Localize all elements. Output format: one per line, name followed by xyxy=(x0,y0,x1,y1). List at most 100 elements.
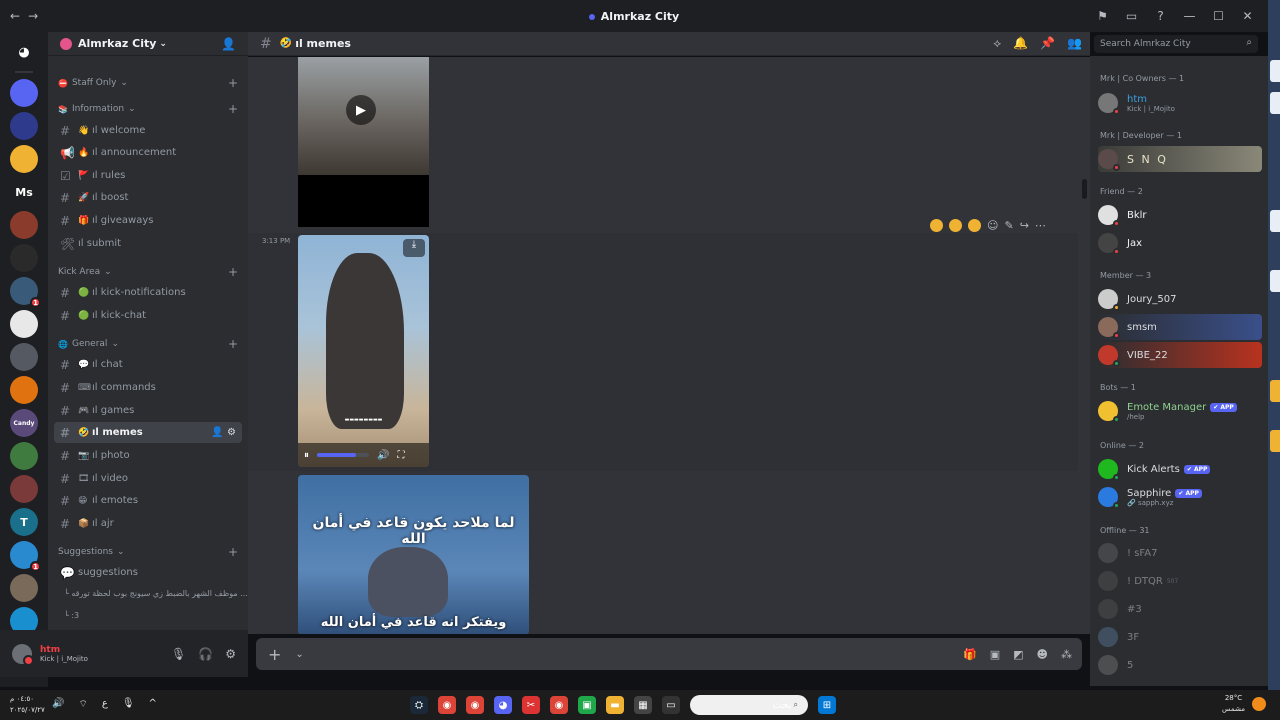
volume-icon[interactable]: 🔊 xyxy=(377,450,389,461)
fullscreen-icon[interactable]: ⛶ xyxy=(397,450,404,461)
member-vibe-22[interactable]: VIBE_22 xyxy=(1098,342,1262,368)
video-attachment-2[interactable]: ▬▬▬▬▬▬▬▬ ⤓ ⏸ 🔊 ⛶ xyxy=(298,235,429,467)
thread-item[interactable]: └ موظف الشهر بالضبط زي سيونج بوب لحظة تو… xyxy=(64,589,248,598)
threads-icon[interactable]: ⟡ xyxy=(993,36,1001,51)
channel-emotes[interactable]: # 😁 ıl emotes xyxy=(54,490,242,511)
play-icon[interactable]: ▶ xyxy=(346,95,376,125)
member-joury-507[interactable]: Joury_507 xyxy=(1098,286,1262,312)
member-bklr[interactable]: Bklr xyxy=(1098,202,1262,228)
server-header[interactable]: Almrkaz City ⌄ 👤 xyxy=(48,32,248,56)
video-progress-bar[interactable] xyxy=(317,453,369,457)
screen-icon[interactable]: ▭ xyxy=(1117,9,1146,23)
server-icon-1[interactable] xyxy=(10,112,38,140)
headphones-icon[interactable]: 🎧 xyxy=(198,647,213,661)
volume-tray-icon[interactable]: 🔊 xyxy=(52,698,64,711)
language-indicator[interactable]: ع xyxy=(102,698,108,711)
forward-icon[interactable]: ↪ xyxy=(1020,219,1029,232)
chrome-icon[interactable]: ◉ xyxy=(438,696,456,714)
category-suggestions[interactable]: Suggestions ⌄ + xyxy=(58,545,238,559)
edit-icon[interactable]: ✎ xyxy=(1004,219,1013,232)
video-attachment-1[interactable]: ▶ xyxy=(298,57,429,227)
channel-announcement[interactable]: 📢 🔥 ıl announcement xyxy=(54,142,242,163)
member-sapphire[interactable]: Sapphire ✔ APP 🔗 sapph.xyz xyxy=(1098,484,1262,510)
channel-welcome[interactable]: # 👋 ıl welcome xyxy=(54,120,242,141)
channel-suggestions[interactable]: 💬 suggestions xyxy=(54,562,242,583)
server-icon-3[interactable]: Ms xyxy=(10,178,38,206)
search-input[interactable]: Search Almrkaz City ⌕ xyxy=(1094,35,1258,53)
image-attachment-meme[interactable]: لما ملاحد يكون قاعد في أمان الله ويفتكر … xyxy=(298,475,529,634)
steam-icon[interactable]: ⛭ xyxy=(410,696,428,714)
pin-icon[interactable]: 📌 xyxy=(1040,36,1055,51)
gift-icon[interactable]: 🎁 xyxy=(963,648,977,661)
windows-start-icon[interactable]: ⊞ xyxy=(818,696,836,714)
channel-rules[interactable]: ☑ 🚩 ıl rules xyxy=(54,165,242,186)
create-channel-icon[interactable]: + xyxy=(228,337,238,351)
member-3f[interactable]: 3F xyxy=(1098,624,1262,650)
store-icon[interactable]: ▦ xyxy=(634,696,652,714)
reaction-emoji-2[interactable] xyxy=(949,219,962,232)
microphone-icon[interactable]: 🎙 xyxy=(171,647,186,661)
member--dtqr[interactable]: ! DTQR 507 xyxy=(1098,568,1262,594)
clock[interactable]: ٠٤:٥٠ م ٢٠٢٥/٠٧/٢٧ xyxy=(10,694,45,716)
message-composer[interactable]: + ⌄ 🎁 ▣ ◩ ☻ ⁂ xyxy=(256,638,1082,670)
taskbar-search[interactable]: بحث ⌕ xyxy=(690,695,808,715)
add-attachment-icon[interactable]: + xyxy=(268,645,281,664)
apps-icon[interactable]: ⁂ xyxy=(1061,648,1072,661)
thread-item[interactable]: └ :3 xyxy=(64,611,79,620)
capcut-icon[interactable]: ✂ xyxy=(522,696,540,714)
channel-photo[interactable]: # 📷 ıl photo xyxy=(54,445,242,466)
server-icon-4[interactable] xyxy=(10,211,38,239)
server-icon-14[interactable]: 1 xyxy=(10,541,41,572)
member-s-n-q[interactable]: S N Q xyxy=(1098,146,1262,172)
channel-kick-chat[interactable]: # 🟢 ıl kick-chat xyxy=(54,305,242,326)
settings-gear-icon[interactable]: ⚙ xyxy=(225,647,236,661)
create-channel-icon[interactable]: + xyxy=(228,265,238,279)
server-icon-5[interactable] xyxy=(10,244,38,272)
member-jax[interactable]: Jax xyxy=(1098,230,1262,256)
server-icon-9[interactable] xyxy=(10,376,38,404)
member-kick-alerts[interactable]: Kick Alerts ✔ APP xyxy=(1098,456,1262,482)
sticker-icon[interactable]: ◩ xyxy=(1013,648,1023,661)
channel-commands[interactable]: # ⌨ ıl commands xyxy=(54,377,242,398)
channel-chat[interactable]: # 💬 ıl chat xyxy=(54,354,242,375)
reaction-emoji-1[interactable] xyxy=(930,219,943,232)
download-icon[interactable]: ⤓ xyxy=(403,239,425,257)
server-icon-10[interactable]: Candy xyxy=(10,409,38,437)
member-emote-manager[interactable]: Emote Manager ✔ APP/help xyxy=(1098,398,1262,424)
channel-submit[interactable]: 🛠 ıl submit xyxy=(54,233,242,254)
create-channel-icon[interactable]: + xyxy=(228,102,238,116)
channel-settings-icon[interactable]: 👤 ⚙ xyxy=(211,427,236,438)
server-icon-6[interactable]: 1 xyxy=(10,277,41,308)
member-5[interactable]: 5 xyxy=(1098,652,1262,678)
emoji-icon[interactable]: ☻ xyxy=(1037,648,1048,661)
server-icon-13[interactable]: T xyxy=(10,508,38,536)
server-icon-11[interactable] xyxy=(10,442,38,470)
scrollbar-thumb[interactable] xyxy=(1082,179,1087,199)
channel-memes[interactable]: # 🤣 ıl memes 👤 ⚙ xyxy=(54,422,242,443)
server-icon-2[interactable] xyxy=(10,145,38,173)
discord-home-icon[interactable]: ◕ xyxy=(10,38,38,66)
server-icon-7[interactable] xyxy=(10,310,38,338)
member--3[interactable]: #3 xyxy=(1098,596,1262,622)
channel-giveaways[interactable]: # 🎁 ıl giveaways xyxy=(54,210,242,231)
help-icon[interactable]: ? xyxy=(1146,9,1175,23)
server-icon-12[interactable] xyxy=(10,475,38,503)
forward-icon[interactable]: → xyxy=(28,9,38,23)
chrome-icon-3[interactable]: ◉ xyxy=(550,696,568,714)
category-kick-area[interactable]: Kick Area ⌄ + xyxy=(58,265,238,279)
reaction-emoji-3[interactable] xyxy=(968,219,981,232)
create-channel-icon[interactable]: + xyxy=(228,545,238,559)
user-avatar[interactable] xyxy=(12,643,34,666)
discord-taskbar-icon[interactable]: ◕ xyxy=(494,696,512,714)
create-channel-icon[interactable]: + xyxy=(228,76,238,90)
channel-games[interactable]: # 🎮 ıl games xyxy=(54,400,242,421)
member-htm[interactable]: htm Kick | i_Mojito xyxy=(1098,90,1262,116)
wifi-icon[interactable]: ⌔ xyxy=(78,698,87,711)
add-reaction-icon[interactable]: ☺ xyxy=(987,219,998,232)
member--sfa7[interactable]: ! sFA7 xyxy=(1098,540,1262,566)
category-information[interactable]: 📚 Information ⌄ + xyxy=(58,102,238,116)
server-icon-8[interactable] xyxy=(10,343,38,371)
gif-icon[interactable]: ▣ xyxy=(990,648,1000,661)
microphone-tray-icon[interactable]: 🎙 xyxy=(122,698,135,711)
tray-chevron-icon[interactable]: ^ xyxy=(149,698,157,711)
